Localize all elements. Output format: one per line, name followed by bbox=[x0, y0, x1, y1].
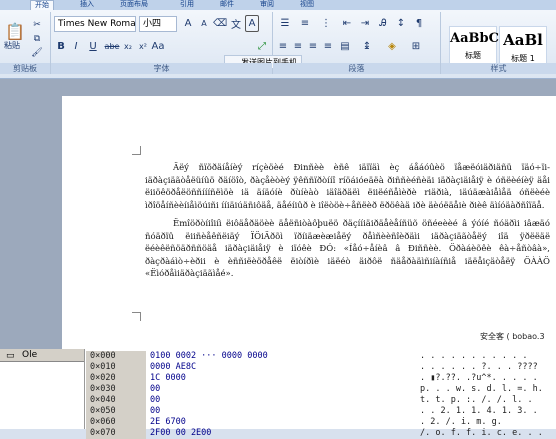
font-group: Times New Roman 小四 A A ⌫ 文 A B I U abe x… bbox=[51, 12, 302, 74]
hex-row: 0×040 00 t. t. p. :. /. /. l. . bbox=[86, 395, 556, 406]
expand-icon[interactable]: ⤢ bbox=[255, 38, 269, 55]
hex-address: 0×020 bbox=[86, 373, 146, 384]
ribbon: 开始 插入 页面布局 引用 邮件 审阅 视图 📋 粘贴 ✂ ⧉ 🖌 剪贴板 Ti… bbox=[0, 0, 556, 79]
style-heading1[interactable]: AaBl 标题 1 bbox=[499, 26, 547, 64]
hex-row: 0×020 1C 0000. ▮?.??. .?u^*. . . . . bbox=[86, 373, 556, 384]
hex-bytes[interactable]: 0100 0002 ··· 0000 0000 bbox=[146, 351, 420, 362]
paragraph-group-label: 段落 bbox=[273, 63, 440, 74]
tab-references[interactable]: 引用 bbox=[180, 0, 194, 9]
document-body[interactable]: Äëý ñïõðäíåíèý ríçèöèé Ðinñèè èñê iäïïäì… bbox=[145, 162, 550, 287]
change-case-icon[interactable]: Aa bbox=[151, 38, 165, 55]
hex-address: 0×040 bbox=[86, 395, 146, 406]
line-spacing-icon[interactable]: ↨ bbox=[356, 38, 378, 55]
tab-insert[interactable]: 插入 bbox=[80, 0, 94, 9]
hex-ascii[interactable]: p. . . w. s. d. l. =. h. bbox=[420, 384, 556, 395]
decrease-indent-icon[interactable]: ⇤ bbox=[339, 15, 355, 32]
hex-row: 0×050 00. . 2. 1. 1. 4. 1. 3. . bbox=[86, 406, 556, 417]
phonetic-icon[interactable]: 文 bbox=[229, 15, 243, 32]
align-right-icon[interactable]: ≡ bbox=[306, 38, 320, 55]
paragraph: Ëmîöðòíiîiíì ëiôäåðäöèè äåëñiòàôþuëö ðäç… bbox=[145, 219, 550, 279]
tab-layout[interactable]: 页面布局 bbox=[120, 0, 148, 9]
borders-icon[interactable]: ⊞ bbox=[405, 38, 427, 55]
hex-address: 0×070 bbox=[86, 428, 146, 439]
paragraph: Äëý ñïõðäíåíèý ríçèöèé Ðinñèè èñê iäïïäì… bbox=[145, 163, 550, 211]
hex-bytes[interactable]: 2F00 00 2E00 bbox=[146, 428, 420, 439]
hex-address: 0×010 bbox=[86, 362, 146, 373]
hex-ascii[interactable]: . . 2. 1. 1. 4. 1. 3. . bbox=[420, 406, 556, 417]
hex-bytes[interactable]: 0000 AE8C bbox=[146, 362, 420, 373]
tree-item-label: Ole bbox=[22, 350, 38, 360]
char-border-icon[interactable]: A bbox=[245, 15, 259, 32]
folder-icon: ▭ bbox=[6, 351, 15, 361]
subscript-button[interactable]: x₂ bbox=[121, 38, 135, 55]
hex-address: 0×050 bbox=[86, 406, 146, 417]
style-heading-sample: AaBbC bbox=[450, 31, 499, 46]
justify-icon[interactable]: ≡ bbox=[321, 38, 335, 55]
strikethrough-button[interactable]: abe bbox=[104, 38, 120, 55]
tree-item-ole[interactable]: ▭ Ole bbox=[0, 349, 84, 362]
tab-mailings[interactable]: 邮件 bbox=[220, 0, 234, 9]
font-group-label: 字体 bbox=[51, 63, 272, 74]
hex-row: 0×060 2E 6700. 2. /. i. m. g. bbox=[86, 417, 556, 428]
hex-address: 0×060 bbox=[86, 417, 146, 428]
hex-address: 0×030 bbox=[86, 384, 146, 395]
hex-ascii[interactable]: /. o. f. f. i. c. e. . . bbox=[420, 428, 556, 439]
hex-bytes[interactable]: 00 bbox=[146, 384, 420, 395]
tab-view[interactable]: 视图 bbox=[300, 0, 314, 9]
sort-icon[interactable]: ↕ bbox=[393, 15, 409, 32]
underline-button[interactable]: U bbox=[84, 38, 102, 55]
styles-group: AaBbC 标题 AaBl 标题 1 样式 bbox=[441, 12, 556, 74]
numbering-icon[interactable]: ≡ bbox=[296, 15, 314, 32]
hex-row: 0×000 0100 0002 ··· 0000 0000. . . . . . … bbox=[86, 351, 556, 362]
clipboard-group-label: 剪贴板 bbox=[0, 63, 50, 74]
hex-grid[interactable]: 0×000 0100 0002 ··· 0000 0000. . . . . . … bbox=[86, 351, 556, 439]
hex-row: 0×010 0000 AE8C. . . . . . ?. . . ???? bbox=[86, 362, 556, 373]
watermark-signature: 安全客 ( bobao.3 bbox=[480, 332, 545, 341]
hex-bytes[interactable]: 2E 6700 bbox=[146, 417, 420, 428]
style-heading[interactable]: AaBbC 标题 bbox=[449, 26, 499, 64]
hex-row: 0×030 00 p. . . w. s. d. l. =. h. bbox=[86, 384, 556, 395]
align-center-icon[interactable]: ≡ bbox=[291, 38, 305, 55]
hex-bytes[interactable]: 00 bbox=[146, 406, 420, 417]
hex-row: 0×070 2F00 00 2E00/. o. f. f. i. c. e. . … bbox=[86, 428, 556, 439]
tab-home[interactable]: 开始 bbox=[30, 0, 54, 10]
hex-ascii[interactable]: t. t. p. :. /. /. l. . bbox=[420, 395, 556, 406]
hex-ascii[interactable]: . . . . . . . . . . . bbox=[420, 351, 556, 362]
styles-group-label: 样式 bbox=[441, 63, 556, 74]
ole-tree: ▭ Ole bbox=[0, 349, 85, 429]
shrink-font-icon[interactable]: A bbox=[197, 15, 211, 32]
multilevel-list-icon[interactable]: ⋮ bbox=[316, 15, 336, 32]
distributed-icon[interactable]: ▤ bbox=[336, 38, 354, 55]
hex-bytes[interactable]: 1C 0000 bbox=[146, 373, 420, 384]
hex-ascii[interactable]: . ▮?.??. .?u^*. . . . . bbox=[420, 373, 556, 384]
bullets-icon[interactable]: ☰ bbox=[276, 15, 294, 32]
clear-format-icon[interactable]: ⌫ bbox=[213, 15, 227, 32]
font-family-combo[interactable]: Times New Roman bbox=[54, 16, 136, 32]
format-painter-icon[interactable]: 🖌 bbox=[30, 44, 44, 61]
hex-address: 0×000 bbox=[86, 351, 146, 362]
paste-label[interactable]: 粘贴 bbox=[4, 40, 20, 51]
tab-review[interactable]: 审阅 bbox=[260, 0, 274, 9]
margin-corner-mark bbox=[132, 146, 141, 155]
asian-layout-icon[interactable]: Ꭿ bbox=[375, 15, 391, 32]
margin-corner-mark bbox=[132, 312, 141, 321]
hex-ascii[interactable]: . 2. /. i. m. g. bbox=[420, 417, 556, 428]
style-heading1-sample: AaBl bbox=[503, 31, 543, 49]
superscript-button[interactable]: x² bbox=[136, 38, 150, 55]
increase-indent-icon[interactable]: ⇥ bbox=[357, 15, 373, 32]
grow-font-icon[interactable]: A bbox=[181, 15, 195, 32]
hex-bytes[interactable]: 00 bbox=[146, 395, 420, 406]
font-size-combo[interactable]: 小四 bbox=[139, 16, 177, 32]
bold-button[interactable]: B bbox=[54, 38, 68, 55]
show-marks-icon[interactable]: ¶ bbox=[411, 15, 427, 32]
align-left-icon[interactable]: ≡ bbox=[276, 38, 290, 55]
shading-icon[interactable]: ◈ bbox=[381, 38, 403, 55]
paragraph-group: ☰ ≡ ⋮ ⇤ ⇥ Ꭿ ↕ ¶ ≡ ≡ ≡ ≡ ▤ ↨ ◈ ⊞ 段落 bbox=[273, 12, 441, 74]
ribbon-tabstrip: 开始 插入 页面布局 引用 邮件 审阅 视图 bbox=[0, 0, 556, 10]
style-heading-name: 标题 bbox=[465, 51, 481, 60]
italic-button[interactable]: I bbox=[69, 38, 83, 55]
clipboard-group: 📋 粘贴 ✂ ⧉ 🖌 剪贴板 bbox=[0, 12, 51, 74]
hex-ascii[interactable]: . . . . . . ?. . . ???? bbox=[420, 362, 556, 373]
